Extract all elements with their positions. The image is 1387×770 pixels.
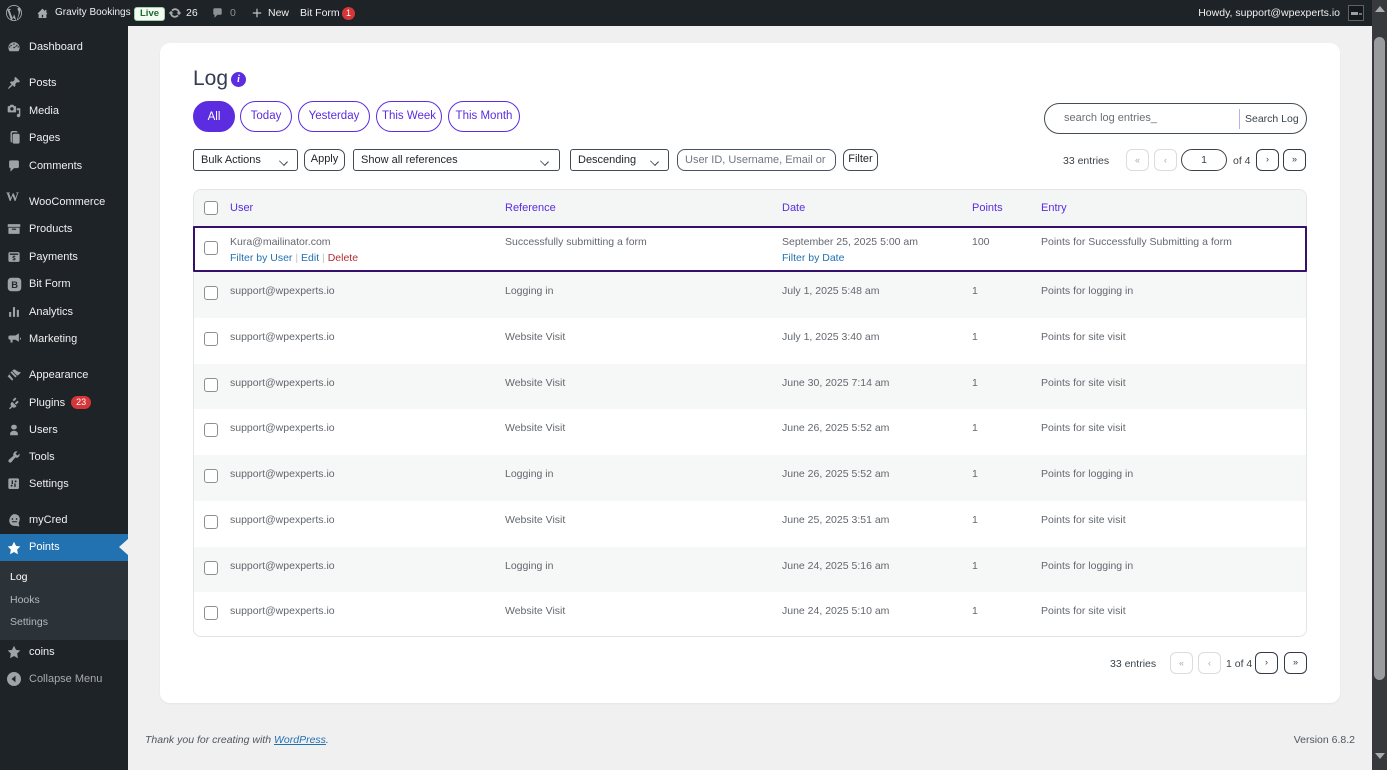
svg-text:B: B [11,280,18,290]
